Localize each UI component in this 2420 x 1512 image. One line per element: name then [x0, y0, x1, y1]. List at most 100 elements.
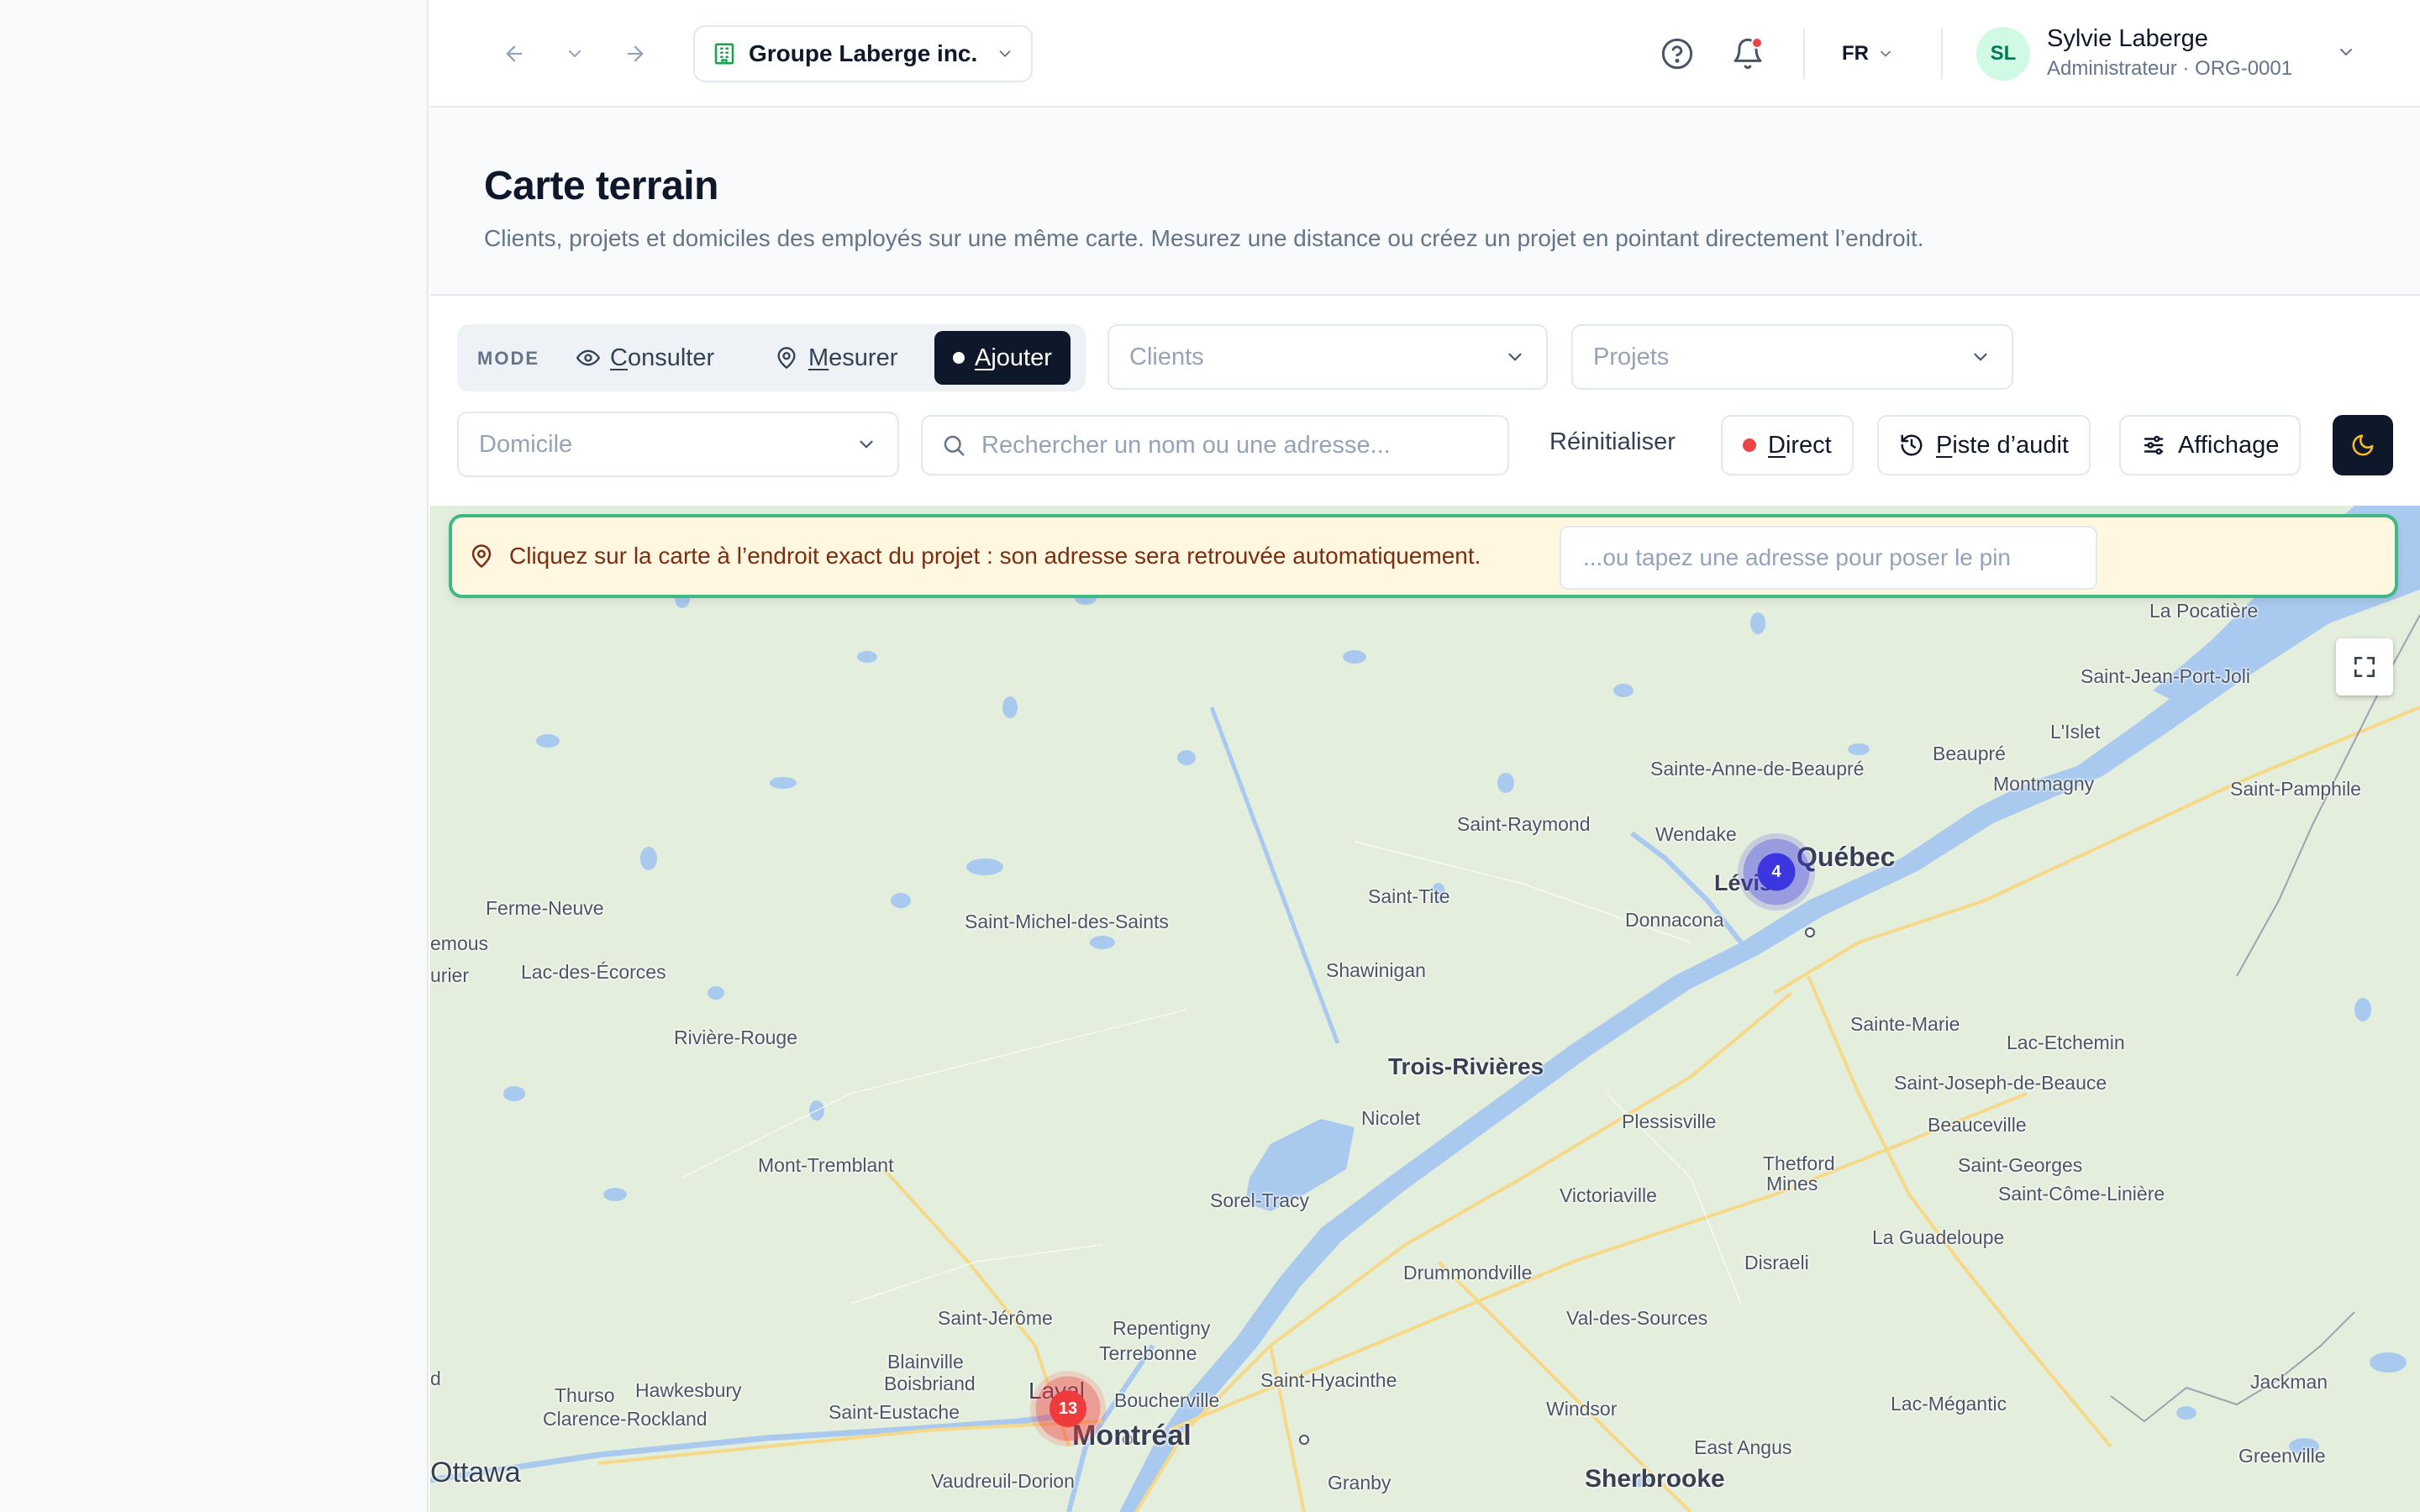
language-label: FR: [1842, 42, 1869, 65]
place-label: Plessisville: [1622, 1110, 1717, 1132]
chevron-down-icon: [569, 50, 581, 57]
place-label: Greenville: [2238, 1445, 2326, 1467]
reset-button[interactable]: Réinitialiser: [1549, 428, 1676, 456]
place-label: Montmagny: [1993, 773, 2095, 795]
place-label: Saint-Pamphile: [2230, 778, 2361, 800]
place-label: Thetford: [1763, 1152, 1835, 1174]
building-icon: [714, 43, 734, 65]
mode-consult-button[interactable]: Consulter: [558, 331, 733, 385]
mode-add-button[interactable]: Ajouter: [934, 331, 1071, 385]
mode-add-label: Ajouter: [975, 344, 1052, 371]
place-label: Nicolet: [1361, 1107, 1421, 1129]
banner-message: Cliquez sur la carte à l’endroit exact d…: [509, 543, 1481, 569]
divider: [1941, 29, 1943, 79]
address-input[interactable]: ...ou tapez une adresse pour poser le pi…: [1560, 526, 2097, 590]
place-label: Saint-Georges: [1958, 1154, 2083, 1176]
river: [1209, 706, 1340, 1044]
place-label: La Guadeloupe: [1872, 1226, 2005, 1248]
cluster-marker[interactable]: 4: [1738, 833, 1815, 911]
place-label: Drummondville: [1403, 1262, 1533, 1284]
place-label: Wendake: [1655, 823, 1737, 845]
projects-select[interactable]: Projets: [1571, 324, 2013, 390]
back-button[interactable]: [497, 37, 531, 71]
address-placeholder: ...ou tapez une adresse pour poser le pi…: [1583, 544, 2012, 570]
place-label: Victoriaville: [1560, 1184, 1657, 1206]
place-label: Lac-Etchemin: [2007, 1032, 2125, 1053]
home-select[interactable]: Domicile: [457, 412, 899, 477]
cluster-marker[interactable]: 13: [1030, 1371, 1106, 1446]
cluster-count: 13: [1058, 1399, 1078, 1418]
audit-trail-button[interactable]: Piste d’audit: [1877, 415, 2091, 475]
fullscreen-icon: [2354, 657, 2375, 677]
user-role: Administrateur · ORG-0001: [2047, 57, 2293, 80]
chevron-down-icon: [1508, 353, 1522, 361]
map-canvas[interactable]: La Pocatière Saint-Jean-Port-Joli L'Isle…: [430, 506, 2420, 1512]
mode-measure-label: Mesurer: [808, 344, 898, 371]
mode-label: MODE: [477, 348, 539, 369]
cluster-count: 4: [1771, 862, 1781, 881]
place-label: Sherbrooke: [1585, 1465, 1725, 1493]
forward-button[interactable]: [618, 37, 652, 71]
place-label: Hawkesbury: [635, 1379, 742, 1401]
place-label: d: [430, 1368, 441, 1389]
mode-measure-button[interactable]: Mesurer: [756, 331, 916, 385]
history-icon: [1901, 434, 1923, 456]
history-button[interactable]: [558, 37, 592, 71]
fullscreen-button[interactable]: [2336, 638, 2393, 696]
notification-dot: [1751, 37, 1763, 49]
user-menu-button[interactable]: [2336, 42, 2356, 66]
place-label: Terrebonne: [1099, 1342, 1197, 1364]
help-circle-icon: [1661, 38, 1693, 70]
display-label: Affichage: [2178, 431, 2280, 459]
place-label: Saint-Jérôme: [938, 1307, 1053, 1329]
language-selector[interactable]: FR: [1842, 37, 1894, 71]
clients-select[interactable]: Clients: [1107, 324, 1548, 390]
add-project-banner: Cliquez sur la carte à l’endroit exact d…: [449, 514, 2398, 598]
place-label: Clarence-Rockland: [543, 1408, 708, 1430]
place-label: Beaupré: [1933, 743, 2006, 764]
place-label: Windsor: [1546, 1398, 1618, 1420]
place-label: Shawinigan: [1326, 959, 1426, 981]
user-name[interactable]: Sylvie Laberge: [2047, 25, 2208, 53]
place-label: East Angus: [1694, 1436, 1792, 1458]
home-placeholder: Domicile: [479, 430, 573, 458]
mode-switcher: MODE Consulter Mesurer Ajouter: [457, 324, 1086, 391]
chevron-down-icon: [999, 50, 1011, 58]
place-label: Rivière-Rouge: [674, 1026, 798, 1048]
divider: [1803, 29, 1805, 79]
avatar[interactable]: SL: [1976, 27, 2030, 81]
place-label: Jackman: [2250, 1371, 2328, 1393]
notifications-button[interactable]: [1728, 34, 1768, 74]
place-label: Saint-Raymond: [1457, 813, 1591, 835]
place-label: Donnacona: [1625, 909, 1724, 931]
place-label: Ottawa: [430, 1457, 521, 1488]
display-button[interactable]: Affichage: [2119, 415, 2302, 475]
audit-trail-label: Piste d’audit: [1936, 431, 2069, 459]
theme-toggle-button[interactable]: [2333, 415, 2393, 475]
place-label: Sainte-Anne-de-Beaupré: [1650, 758, 1865, 780]
live-button[interactable]: Direct: [1721, 415, 1854, 475]
place-label: Saint-Côme-Linière: [1998, 1183, 2165, 1205]
arrow-right-icon: [627, 45, 644, 62]
organization-selector[interactable]: Groupe Laberge inc.: [693, 25, 1033, 82]
place-label: Boisbriand: [884, 1373, 976, 1394]
minor-roads: [681, 841, 1742, 1305]
live-dot-icon: [1743, 438, 1756, 452]
place-label: L'Islet: [2050, 721, 2101, 743]
chevron-down-icon: [1881, 50, 1891, 57]
place-label: Saint-Tite: [1368, 885, 1450, 907]
organization-name: Groupe Laberge inc.: [749, 40, 978, 66]
map-basemap: [430, 506, 2420, 1512]
place-label: Mines: [1766, 1173, 1818, 1194]
border-line: [2110, 1311, 2355, 1423]
search-input[interactable]: Rechercher un nom ou une adresse...: [921, 415, 1509, 475]
search-icon: [944, 435, 965, 456]
place-label: Sainte-Marie: [1850, 1013, 1960, 1035]
chevron-down-icon: [2340, 49, 2352, 56]
chevron-down-icon: [1974, 353, 1987, 361]
place-label: Ferme-Neuve: [486, 897, 604, 919]
place-label: Saint-Eustache: [829, 1401, 960, 1423]
live-label: Direct: [1768, 431, 1832, 459]
help-button[interactable]: [1657, 34, 1697, 74]
place-label: Thurso: [555, 1384, 615, 1406]
